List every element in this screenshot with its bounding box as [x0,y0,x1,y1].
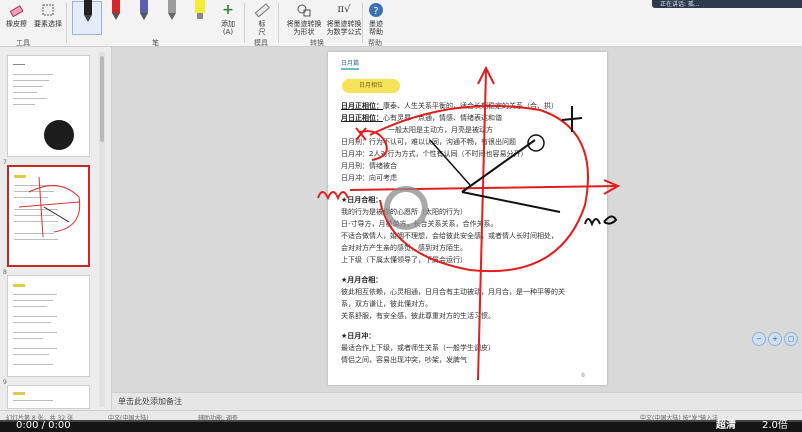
slide-heading: ★月月合相： [341,276,383,284]
slide-tag: 日月篇 [341,58,360,70]
slide-text-line: 会对对方产生亲的感觉，感到对方陌生。 [341,244,467,252]
loading-spinner [384,186,428,230]
speaking-indicator: 正在讲话: 孤... [652,0,802,8]
ink-help-button[interactable]: ? 墨迹帮助 [366,2,386,36]
ruler-icon [254,2,270,18]
plus-icon: + [222,2,234,18]
speaker-notes-pane[interactable]: 单击此处添加备注 [112,392,802,410]
slide-page-number: 8 [581,372,585,379]
select-icon [40,2,56,18]
select-objects-button[interactable]: 要素选择 [34,2,62,28]
black-pen-icon [80,0,96,22]
eraser-button[interactable]: 橡皮擦 [6,2,27,28]
convert-group-label: 转换 [310,39,324,47]
pen-group-label: 笔 [152,39,159,47]
highlighter-icon [192,0,208,19]
ribbon-separator [66,3,67,43]
scrollbar-thumb[interactable] [100,56,104,142]
red-pen-icon [108,0,124,20]
pen-red-button[interactable] [108,0,124,20]
svg-text:?: ? [373,6,378,17]
ink-to-math-button[interactable]: π√ 将墨迹转换为数学公式 [326,2,362,37]
slide-thumbnail-selected[interactable] [7,165,90,267]
video-speed-button[interactable]: 2.0倍 [762,420,788,432]
slide-text-line: 最适合作上下级，或者师生关系（一般学生调皮） [341,344,495,352]
fit-slide-button[interactable]: ▢ [784,332,798,346]
eraser-icon [9,2,25,18]
ribbon-separator [362,3,363,43]
galaxy-pen-icon [136,0,152,20]
highlighter-button[interactable] [192,0,208,20]
slide-heading: ★日月合相： [341,196,383,204]
select-label: 要素选择 [34,20,62,28]
help-group-label: 帮助 [368,39,382,47]
video-control-bar: 0:00 / 0:00 超清 2.0倍 [0,420,802,432]
slide-text-line: 月月刑：情绪被合 [341,162,397,170]
slide-canvas[interactable]: 日月篇 日月相位 日月正相位：康泰、人生关系平衡的，适合长期稳定的关系（合、拱）… [328,52,607,385]
slide-text-line: 日月刑：行为不认可，难以认同，沟通不畅，有很出问题 [341,138,516,146]
eraser-label: 橡皮擦 [6,20,27,28]
thumbnail-ink-drawing [18,176,81,238]
add-pen-button[interactable]: + 添加 (A) [220,2,236,36]
pen-black-button[interactable] [80,0,96,22]
slide-text-line: 彼此相互依赖，心灵相通，日月合有主动被动，月月合，是一种平等的关 [341,288,565,296]
slide-zoom-widget: − + ▢ [752,332,800,350]
slide-thumbnail[interactable] [7,55,90,157]
ruler-button[interactable]: 标尺 [254,2,270,36]
ink-to-shape-button[interactable]: 将墨迹转换为形状 [286,2,322,36]
add-pen-shortcut: (A) [222,28,234,36]
slide-text-line: 情侣之间，容易出现冲突，吵架，发脾气 [341,356,467,364]
stencils-group-label: 模具 [254,39,268,47]
ruler-label: 标尺 [258,20,266,36]
ink-help-label: 墨迹帮助 [369,20,383,36]
slide-text-line: 日月正相位：康泰、人生关系平衡的，适合长期稳定的关系（合、拱） [341,102,558,110]
help-icon: ? [368,2,384,18]
video-progress-bar[interactable] [0,420,802,422]
slide-text-line: 一般太阳是主动方，月亮是被动方 [388,126,493,134]
zoom-out-button[interactable]: − [752,332,766,346]
ink-to-math-label: 将墨迹转换为数学公式 [326,20,362,36]
notes-placeholder: 单击此处添加备注 [118,397,182,406]
slide-thumbnail[interactable] [7,385,90,409]
slide-heading: ★日月冲： [341,332,376,340]
slide-text-line: 日月冲：2人对行为方式，个性有认同（不时间也容易分开） [341,150,528,158]
slide-thumbnail-pane: 7 8 9 10 [0,47,112,410]
slide-text-line: 关系舒服，有安全感，彼此尊重对方的生活习惯。 [341,312,495,320]
pencil-icon [164,0,180,20]
slide-thumbnail[interactable] [7,275,90,377]
math-icon: π√ [337,4,351,15]
slide-text-line: 不适合做情人，婚姻不理想，会给彼此安全感，或者情人长时间相处， [341,232,558,240]
speaking-text: 正在讲话: 孤... [660,1,700,8]
slide-text-line: 系，双方谦让，彼此懂对方。 [341,300,432,308]
slide-highlight-banner: 日月相位 [342,79,400,93]
slide-text-line: 上下级（下属太懂领导了，下属会运行） [341,256,467,264]
slide-text-line: 月日正相位：心有灵犀一点通，情感、情绪表达和谐 [341,114,502,122]
zoom-in-button[interactable]: + [768,332,782,346]
thumbnail-chart-image [44,120,74,150]
pencil-button[interactable] [164,0,180,20]
add-pen-label: 添加 [221,20,235,28]
thumbnail-scrollbar[interactable] [99,52,105,407]
ink-to-shape-label: 将墨迹转换为形状 [286,20,322,36]
video-time: 0:00 / 0:00 [16,420,71,431]
pen-galaxy-button[interactable] [136,0,152,20]
video-quality-button[interactable]: 超清 [716,420,736,432]
ribbon-separator [278,3,279,43]
slide-text-line: 日月冲：向可考虑 [341,174,397,182]
shapes-icon [296,2,312,18]
ribbon-separator [244,3,245,43]
